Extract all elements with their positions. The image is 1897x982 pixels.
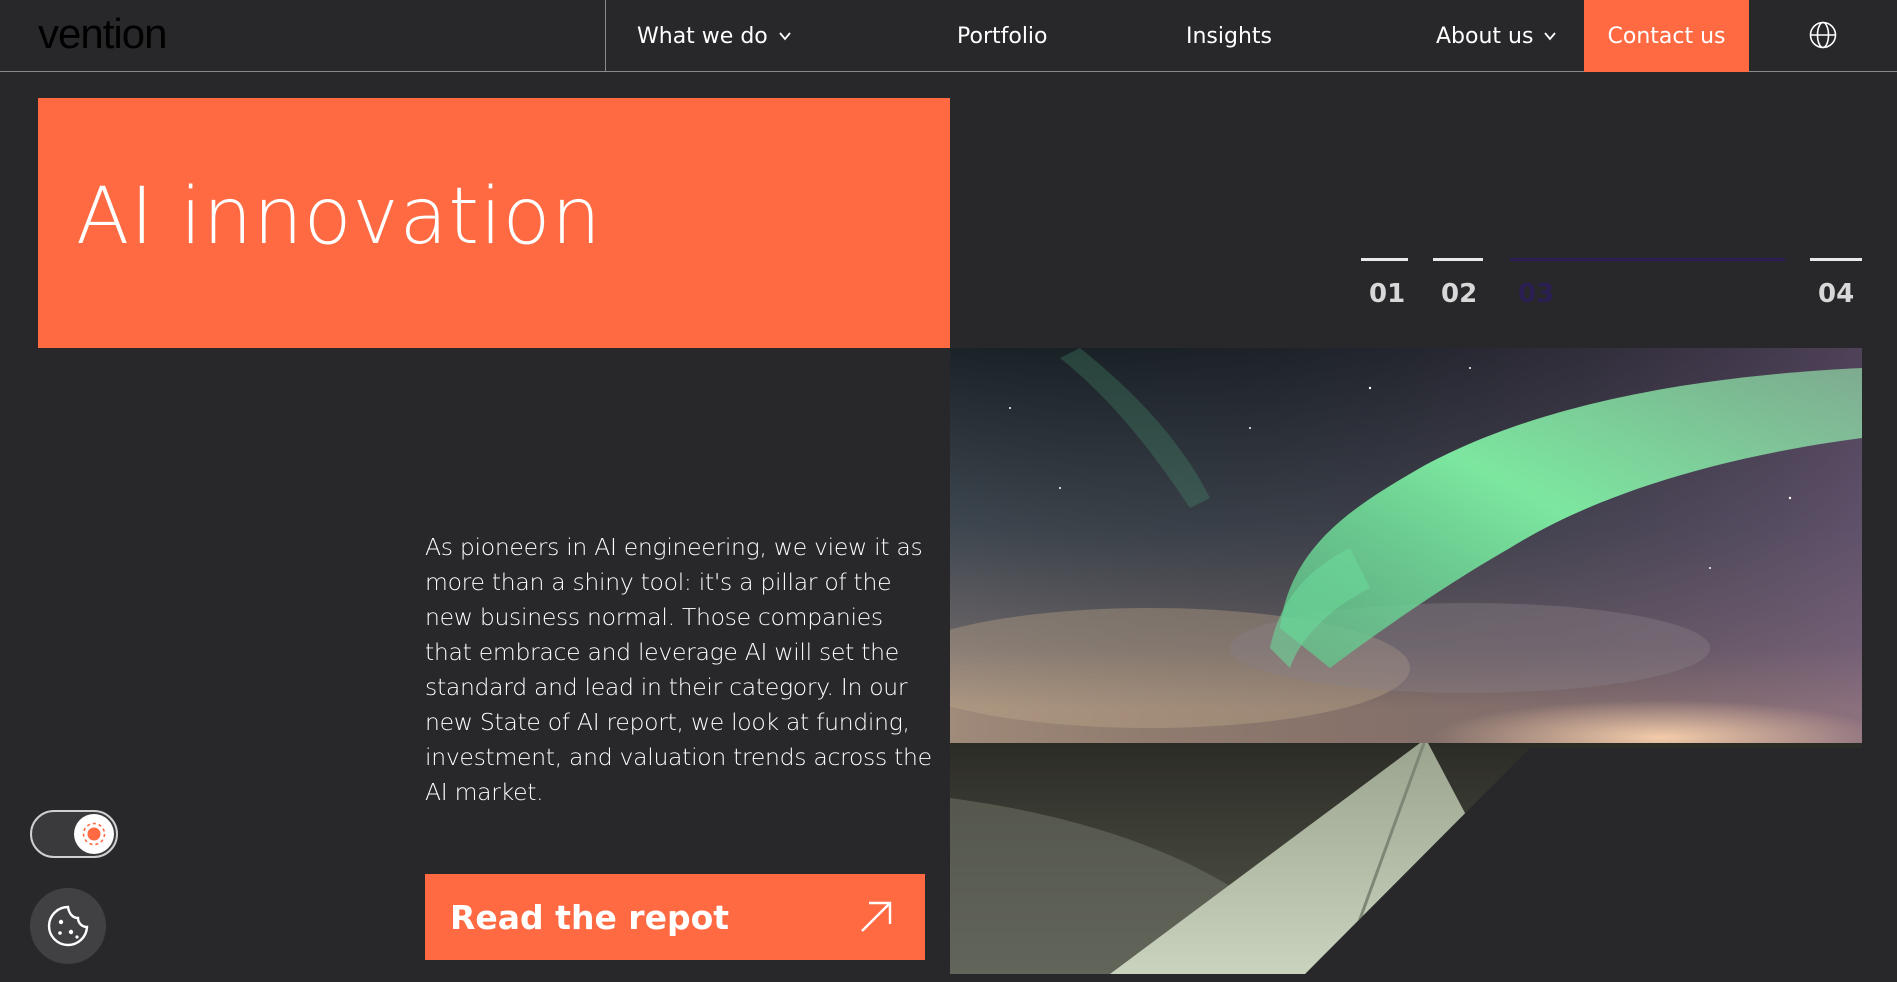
read-report-label: Read the repot: [450, 897, 730, 937]
slide-tab-indicator: [1510, 258, 1785, 261]
slide-tab-02[interactable]: 02: [1433, 258, 1483, 309]
nav-insights[interactable]: Insights: [1186, 0, 1272, 72]
slide-tab-04[interactable]: 04: [1810, 258, 1862, 309]
nav-what-we-do[interactable]: What we do: [637, 0, 792, 72]
cookie-settings-button[interactable]: [30, 888, 106, 964]
slide-tab-number: 02: [1441, 279, 1478, 309]
nav-about-us[interactable]: About us: [1436, 0, 1557, 72]
hero-description: As pioneers in AI engineering, we view i…: [425, 533, 932, 806]
nav-about-us-label: About us: [1436, 23, 1534, 49]
theme-toggle-knob: [74, 814, 114, 854]
hero-title-panel: AI innovation: [38, 98, 950, 348]
slide-tab-indicator: [1810, 258, 1862, 261]
slide-tab-indicator: [1433, 258, 1483, 261]
nav-what-we-do-label: What we do: [637, 23, 768, 49]
arrow-up-right-icon: [861, 901, 892, 932]
nav-portfolio-label: Portfolio: [957, 23, 1048, 49]
slide-tab-indicator: [1361, 258, 1408, 261]
contact-us-button[interactable]: Contact us: [1584, 0, 1749, 72]
slide-tab-03[interactable]: 03: [1510, 258, 1785, 309]
sun-icon: [82, 822, 106, 846]
theme-toggle[interactable]: [30, 810, 118, 858]
slide-tab-number: 04: [1818, 279, 1855, 309]
globe-icon[interactable]: [1808, 20, 1838, 50]
slide-tab-number: 01: [1369, 279, 1406, 309]
slide-tab-01[interactable]: 01: [1361, 258, 1408, 309]
cookie-icon: [47, 905, 89, 947]
page-title: AI innovation: [76, 172, 602, 262]
nav-insights-label: Insights: [1186, 23, 1273, 49]
nav-divider: [605, 0, 606, 72]
slide-tab-number: 03: [1518, 279, 1555, 309]
read-report-button[interactable]: Read the repot: [425, 874, 925, 960]
vention-logo[interactable]: vention: [38, 13, 167, 55]
chevron-down-icon: [1544, 32, 1557, 41]
nav-portfolio[interactable]: Portfolio: [957, 0, 1048, 72]
chevron-down-icon: [779, 32, 791, 41]
contact-us-label: Contact us: [1607, 23, 1726, 49]
site-header: vention What we do Portfolio Insights Ab…: [0, 0, 1897, 72]
aurora-image: [950, 348, 1862, 974]
